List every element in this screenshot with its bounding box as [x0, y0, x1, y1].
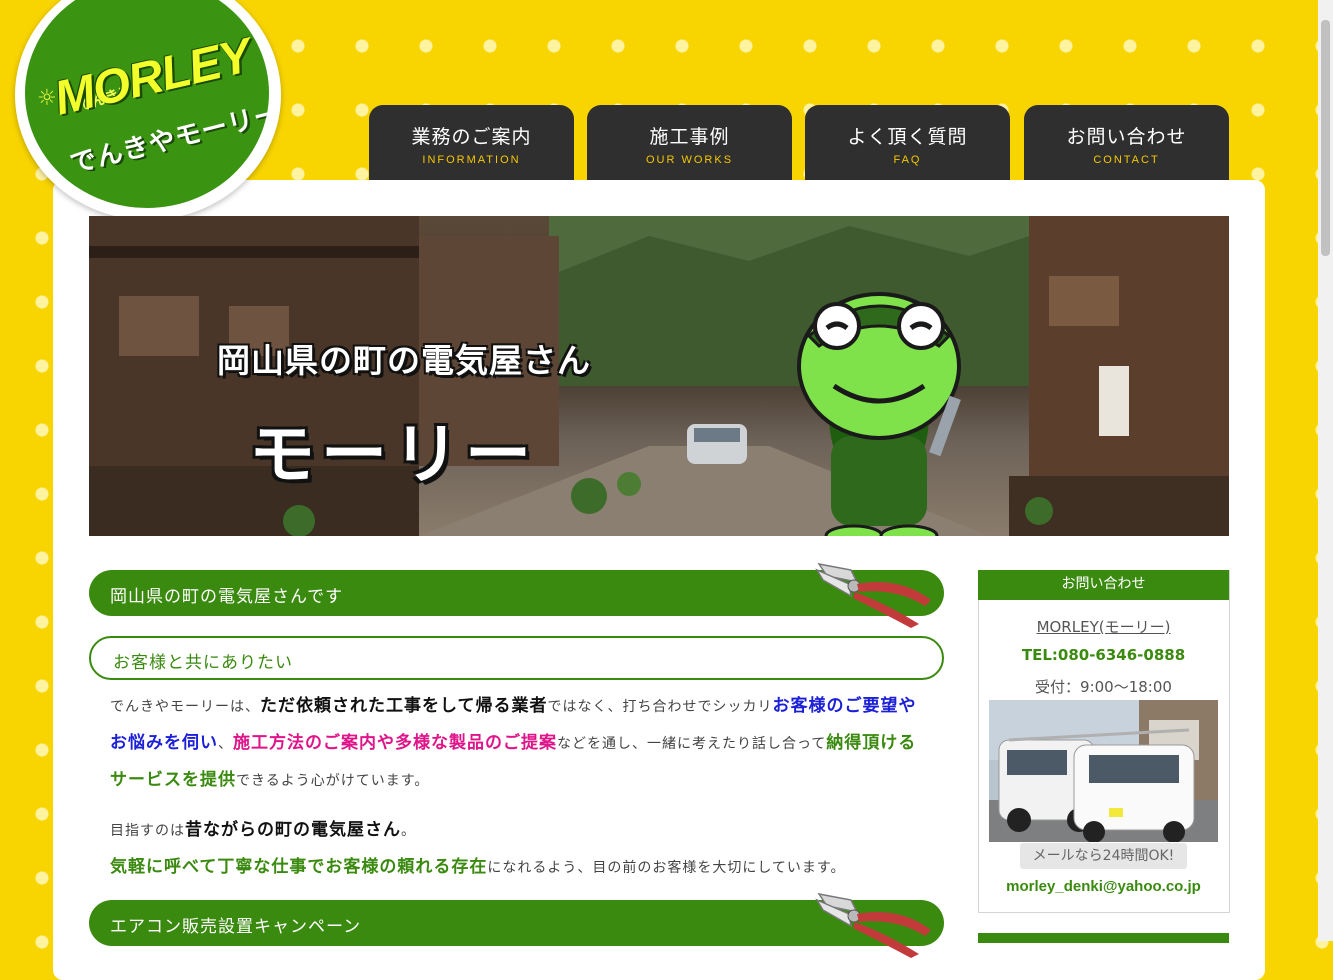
nav-label: よく頂く質問 — [847, 126, 968, 148]
text-span: ではなく、打ち合わせでシッカリ — [547, 699, 773, 715]
highlight-text: 気軽に呼べて丁寧な仕事でお客様の頼れる存在 — [110, 857, 488, 877]
campaign-title-bar: エアコン販売設置キャンペーン — [89, 892, 944, 958]
nav-tab-information[interactable]: 業務のご案内 INFORMATION — [369, 105, 574, 180]
nav-sublabel: OUR WORKS — [645, 154, 734, 166]
nav-tab-faq[interactable]: よく頂く質問 FAQ — [805, 105, 1010, 180]
subheading-text: お客様と共にありたい — [113, 653, 293, 673]
nav-tab-contact[interactable]: お問い合わせ CONTACT — [1024, 105, 1229, 180]
business-hours: 受付：9:00〜18:00 — [1035, 678, 1172, 696]
nav-sublabel: FAQ — [893, 154, 922, 166]
email-link[interactable]: morley_denki@yahoo.co.jp — [978, 878, 1229, 895]
intro-paragraph: でんきやモーリーは、ただ依頼された工事をして帰る業者ではなく、打ち合わせでシッカ… — [110, 688, 925, 799]
next-widget-header — [978, 933, 1229, 943]
contact-widget-title: お問い合わせ — [978, 570, 1229, 600]
highlight-text: 昔ながらの町の電気屋さん — [185, 820, 401, 840]
section-title-bar: 岡山県の町の電気屋さんです — [89, 562, 944, 628]
text-span: でんきやモーリーは、 — [110, 699, 260, 715]
text-span: などを通し、一緒に考えたり話し合って — [557, 736, 827, 752]
text-span: できるよう心がけています。 — [236, 773, 430, 789]
mail-24h-badge: メールなら24時間OK! — [1020, 843, 1187, 869]
pliers-icon — [815, 892, 931, 958]
logo-badge: ☼ でんきや MORLEY でんきやモーリー — [25, 0, 269, 208]
text-span: 。 — [401, 823, 416, 839]
text-span: になれるよう、目の前のお客様を大切にしています。 — [487, 860, 846, 876]
section-title: 岡山県の町の電気屋さんです — [110, 587, 344, 607]
nav-sublabel: CONTACT — [1093, 154, 1160, 166]
highlight-text: ただ依頼された工事をして帰る業者 — [260, 696, 548, 716]
hero-title: モーリー — [249, 416, 537, 493]
nav-label: 業務のご案内 — [411, 126, 532, 148]
hero-subtitle: 岡山県の町の電気屋さん — [217, 341, 591, 380]
nav-label: お問い合わせ — [1066, 126, 1187, 148]
text-span: 目指すのは — [110, 823, 185, 839]
service-van-photo — [989, 700, 1218, 842]
section-title: エアコン販売設置キャンペーン — [110, 917, 362, 937]
pliers-icon — [815, 562, 931, 628]
hero-banner: 岡山県の町の電気屋さん モーリー — [89, 216, 1229, 536]
subheading-box: お客様と共にありたい — [89, 636, 944, 680]
goal-paragraph: 目指すのは昔ながらの町の電気屋さん。 気軽に呼べて丁寧な仕事でお客様の頼れる存在… — [110, 812, 925, 886]
highlight-text: 施工方法のご案内や多様な製品のご提案 — [233, 733, 557, 753]
nav-sublabel: INFORMATION — [422, 154, 521, 166]
nav-label: 施工事例 — [649, 126, 730, 148]
nav-tab-works[interactable]: 施工事例 OUR WORKS — [587, 105, 792, 180]
scrollbar-thumb[interactable] — [1321, 20, 1330, 256]
company-link[interactable]: MORLEY(モーリー) — [978, 616, 1229, 637]
phone-number[interactable]: TEL:080-6346-0888 — [978, 646, 1229, 664]
text-span: 、 — [218, 736, 233, 752]
